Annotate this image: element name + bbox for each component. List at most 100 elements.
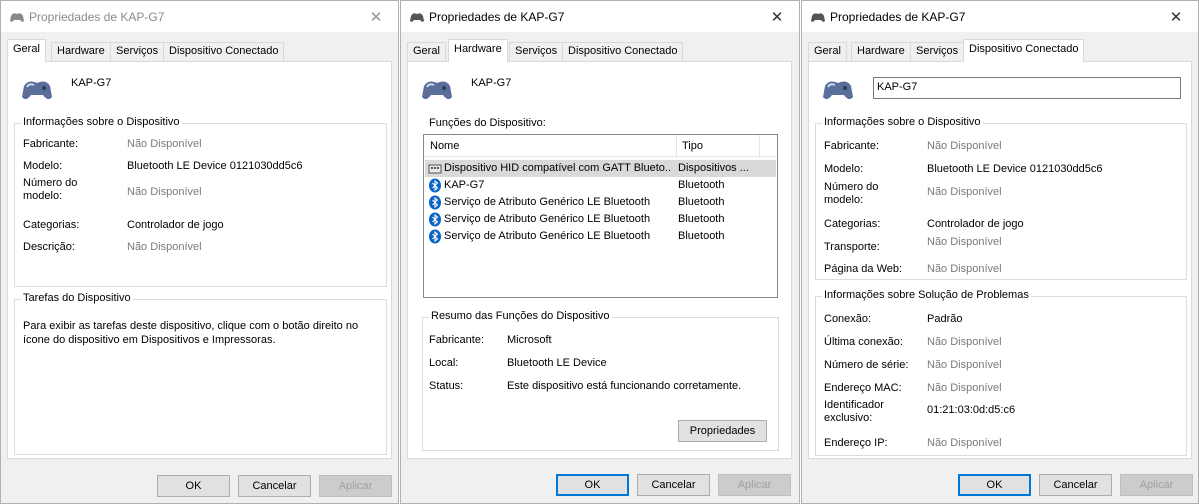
field-label: Endereço IP: [824,437,888,449]
cancel-button[interactable]: Cancelar [238,475,311,497]
tab-geral[interactable]: Geral [407,42,446,61]
close-button[interactable]: ✕ [1154,1,1198,32]
tab-geral[interactable]: Geral [808,42,847,61]
field-label: Última conexão: [824,336,903,348]
group-title: Informações sobre o Dispositivo [21,116,182,128]
field-label: Identificador exclusivo: [824,399,884,424]
bluetooth-icon [429,229,441,244]
tab-dispositivo-conectado[interactable]: Dispositivo Conectado [562,42,684,61]
title-bar[interactable]: Propriedades de KAP-G7 ✕ [1,1,398,32]
field-label: Modelo: [824,163,864,175]
field-value: Padrão [927,313,963,325]
field-value: Não Disponível [927,186,1002,198]
field-value: 01:21:03:0d:d5:c6 [927,404,1016,416]
tab-servicos[interactable]: Serviços [910,42,965,61]
properties-dialog-geral: Propriedades de KAP-G7 ✕ Geral Hardware … [0,0,399,504]
functions-label: Funções do Dispositivo: [429,117,546,129]
apply-button[interactable]: Aplicar [718,474,791,496]
row-type: Dispositivos ... [678,162,749,174]
tab-hardware[interactable]: Hardware [448,39,508,62]
tab-hardware[interactable]: Hardware [851,42,911,61]
row-name: Dispositivo HID compatível com GATT Blue… [444,162,672,174]
bluetooth-icon [429,212,441,227]
tab-dispositivo-conectado[interactable]: Dispositivo Conectado [963,39,1085,62]
field-label: Modelo: [23,160,63,172]
close-button[interactable]: ✕ [755,1,799,32]
ok-button[interactable]: OK [157,475,230,497]
field-value: Não Disponível [927,437,1002,449]
field-value: Não Disponível [127,241,202,253]
field-label: Conexão: [824,313,872,325]
list-item[interactable]: KAP-G7 Bluetooth [425,177,776,194]
field-value: Não Disponível [927,263,1002,275]
tab-servicos[interactable]: Serviços [509,42,564,61]
close-icon: ✕ [369,8,383,26]
tab-servicos[interactable]: Serviços [110,42,165,61]
apply-button[interactable]: Aplicar [1120,474,1193,496]
group-title: Informações sobre Solução de Problemas [822,289,1031,301]
device-name-input[interactable]: KAP-G7 [873,77,1181,99]
info-group: Informações sobre o Dispositivo Fabrican… [14,116,387,287]
cancel-button[interactable]: Cancelar [1039,474,1112,496]
gamepad-icon [811,13,825,22]
tab-hardware[interactable]: Hardware [51,42,111,61]
summary-label: Fabricante: [429,334,485,346]
list-item[interactable]: Serviço de Atributo Genérico LE Bluetoot… [425,211,776,228]
row-type: Bluetooth [678,179,725,191]
device-name: KAP-G7 [71,77,112,89]
field-value: Não Disponível [927,382,1002,394]
summary-label: Local: [429,357,459,369]
tab-panel: KAP-G7 Informações sobre o Dispositivo F… [7,61,392,459]
group-title: Resumo das Funções do Dispositivo [429,310,612,322]
apply-button[interactable]: Aplicar [319,475,392,497]
list-item[interactable]: Dispositivo HID compatível com GATT Blue… [425,160,776,177]
row-type: Bluetooth [678,196,725,208]
device-functions-list[interactable]: Nome Tipo Dispositivo HID compatível com… [423,134,778,298]
field-label: Número do modelo: [824,181,879,206]
tab-geral[interactable]: Geral [7,39,46,62]
ok-button[interactable]: OK [958,474,1031,496]
bluetooth-icon [429,178,441,193]
gamepad-icon [410,13,424,22]
window-title: Propriedades de KAP-G7 [830,10,966,24]
summary-value: Este dispositivo está funcionando corret… [507,380,742,392]
column-header-tipo[interactable]: Tipo [682,140,703,152]
list-item[interactable]: Serviço de Atributo Genérico LE Bluetoot… [425,194,776,211]
field-label: Página da Web: [824,263,903,275]
field-value: Não Disponível [127,186,202,198]
gamepad-icon [823,81,853,100]
list-item[interactable]: Serviço de Atributo Genérico LE Bluetoot… [425,228,776,245]
field-label: Fabricante: [23,138,79,150]
tasks-description: Para exibir as tarefas deste dispositivo… [23,320,359,346]
tab-dispositivo-conectado[interactable]: Dispositivo Conectado [163,42,285,61]
summary-value: Bluetooth LE Device [507,357,607,369]
row-type: Bluetooth [678,213,725,225]
title-bar[interactable]: Propriedades de KAP-G7 ✕ [401,1,799,32]
row-name: Serviço de Atributo Genérico LE Bluetoot… [444,196,651,208]
field-label: Categorias: [824,218,881,230]
window-title: Propriedades de KAP-G7 [429,10,565,24]
ok-button[interactable]: OK [556,474,629,496]
row-name: Serviço de Atributo Genérico LE Bluetoot… [444,230,651,242]
column-divider[interactable] [676,135,677,157]
field-value: Bluetooth LE Device 0121030dd5c6 [927,163,1103,175]
tab-panel: KAP-G7 Funções do Dispositivo: Nome Tipo… [407,61,792,459]
field-label: Fabricante: [824,140,880,152]
field-value: Não Disponível [927,336,1002,348]
title-bar[interactable]: Propriedades de KAP-G7 ✕ [802,1,1198,32]
properties-button[interactable]: Propriedades [678,420,767,442]
field-label: Endereço MAC: [824,382,902,394]
column-header-nome[interactable]: Nome [430,140,459,152]
field-label: Transporte: [824,241,880,253]
summary-value: Microsoft [507,334,552,346]
field-value: Bluetooth LE Device 0121030dd5c6 [127,160,303,172]
row-type: Bluetooth [678,230,725,242]
field-value: Não Disponível [927,236,1002,248]
close-icon: ✕ [770,8,784,26]
row-name: Serviço de Atributo Genérico LE Bluetoot… [444,213,651,225]
column-divider[interactable] [759,135,760,157]
cancel-button[interactable]: Cancelar [637,474,710,496]
field-label: Número de série: [824,359,909,371]
close-button[interactable]: ✕ [354,1,398,32]
close-icon: ✕ [1169,8,1183,26]
